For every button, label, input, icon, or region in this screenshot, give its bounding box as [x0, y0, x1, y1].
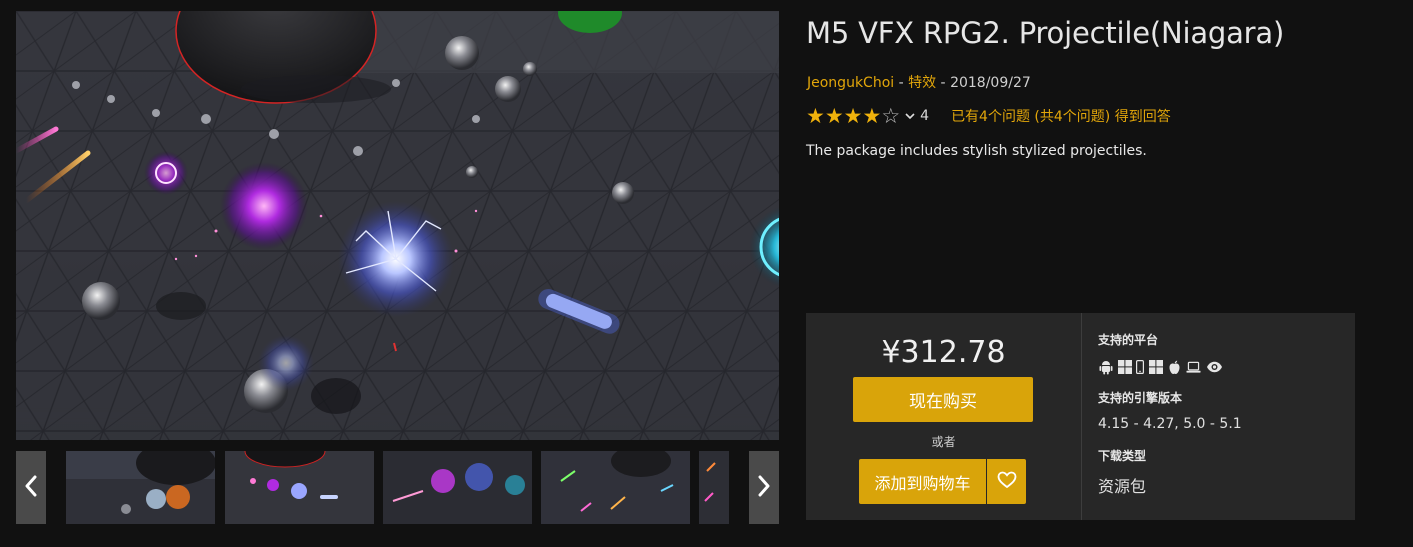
star-filled-icon: ★ [843, 104, 863, 128]
questions-link[interactable]: 已有4个问题 (共4个问题) 得到回答 [951, 106, 1171, 126]
rating-row: ★ ★ ★ ★ ☆ 4 已有4个问题 (共4个问题) 得到回答 [806, 104, 1171, 128]
gallery-thumbnail-4[interactable] [541, 451, 690, 524]
android-icon [1098, 360, 1113, 375]
product-specs: 支持的平台 支持的引擎版本 4.15 - 4.27, 5.0 - 5.1 下载类… [1098, 313, 1348, 520]
or-label: 或者 [931, 435, 956, 449]
meta-separator: - [936, 75, 951, 91]
eye-icon [1205, 360, 1223, 375]
category-link[interactable]: 特效 [908, 75, 936, 91]
chevron-down-icon[interactable] [905, 112, 915, 120]
engine-versions: 4.15 - 4.27, 5.0 - 5.1 [1098, 416, 1242, 432]
rating-stars[interactable]: ★ ★ ★ ★ ☆ [806, 105, 900, 127]
star-filled-icon: ★ [862, 104, 882, 128]
star-filled-icon: ★ [806, 104, 825, 128]
author-link[interactable]: JeongukChoi [807, 75, 894, 91]
apple-icon [1167, 360, 1182, 375]
gallery-thumbnail-5[interactable] [699, 451, 729, 524]
product-description: The package includes stylish stylized pr… [806, 143, 1147, 159]
heart-icon [997, 471, 1017, 493]
meta-separator: - [894, 75, 909, 91]
download-type-label: 下载类型 [1098, 449, 1147, 463]
chevron-right-icon [757, 475, 771, 501]
chevron-left-icon [24, 475, 38, 501]
rating-count: 4 [920, 108, 930, 124]
wishlist-button[interactable] [987, 459, 1026, 504]
purchase-actions: ¥312.78 现在购买 或者 添加到购物车 [806, 313, 1081, 520]
windows-store-icon [1148, 360, 1163, 375]
star-filled-icon: ★ [824, 104, 844, 128]
product-title: M5 VFX RPG2. Projectile(Niagara) [806, 16, 1285, 50]
gallery-prev-button[interactable] [16, 451, 46, 524]
panel-divider [1081, 313, 1082, 520]
platforms-label: 支持的平台 [1098, 333, 1159, 347]
download-type: 资源包 [1098, 477, 1147, 496]
add-to-cart-button[interactable]: 添加到购物车 [859, 459, 986, 504]
buy-now-button[interactable]: 现在购买 [853, 377, 1033, 422]
ios-phone-icon [1136, 360, 1144, 375]
gallery-thumbnail-1[interactable] [66, 451, 215, 524]
engine-version-label: 支持的引擎版本 [1098, 391, 1183, 405]
purchase-panel: ¥312.78 现在购买 或者 添加到购物车 支持的平台 支持的引擎版本 4.1… [806, 313, 1355, 520]
star-empty-icon: ☆ [881, 104, 901, 128]
gallery-thumbnail-2[interactable] [225, 451, 374, 524]
platform-icons [1098, 358, 1223, 376]
release-date: 2018/09/27 [950, 75, 1031, 91]
product-meta: JeongukChoi - 特效 - 2018/09/27 [807, 72, 1031, 92]
gallery-thumbnail-3[interactable] [383, 451, 532, 524]
price: ¥312.78 [881, 335, 1006, 370]
gallery-next-button[interactable] [749, 451, 779, 524]
main-preview-image[interactable] [16, 11, 779, 440]
laptop-icon [1186, 360, 1201, 375]
windows-icon [1117, 360, 1132, 375]
